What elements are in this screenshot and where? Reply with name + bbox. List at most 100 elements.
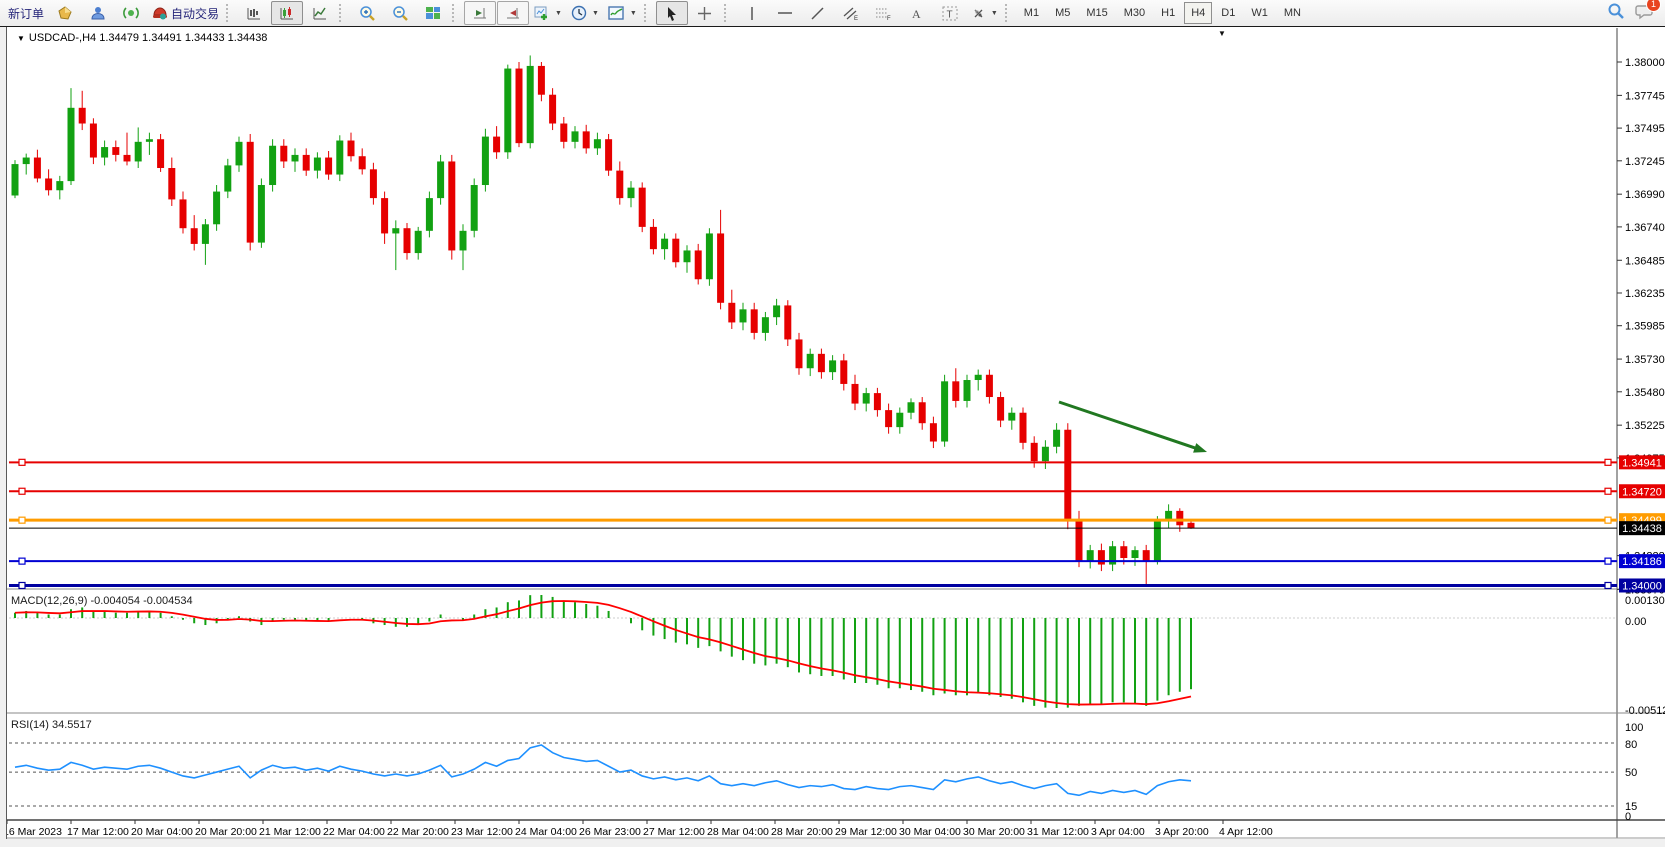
- signal-icon[interactable]: [115, 1, 147, 25]
- line-drag-handle[interactable]: [1605, 517, 1611, 523]
- candle-body: [236, 142, 243, 166]
- autotrading-button[interactable]: 自动交易: [148, 1, 223, 25]
- candle-body: [941, 381, 948, 441]
- candle-body: [292, 155, 299, 162]
- macd-axis-label: 0.00: [1625, 616, 1646, 628]
- chart-title: ▼USDCAD-,H4 1.34479 1.34491 1.34433 1.34…: [17, 32, 267, 44]
- time-tick-label: 29 Mar 12:00: [835, 826, 897, 838]
- candle-body: [303, 155, 310, 171]
- timeframe-button-mn[interactable]: MN: [1277, 2, 1308, 24]
- toolbar-grip: [644, 4, 651, 22]
- timeframe-button-d1[interactable]: D1: [1214, 2, 1242, 24]
- price-tick-label: 1.36235: [1625, 288, 1665, 300]
- candle-body: [684, 250, 691, 262]
- candle-body: [1132, 550, 1139, 558]
- crosshair-button[interactable]: [689, 1, 721, 25]
- candlestick-chart-button[interactable]: [271, 1, 303, 25]
- line-drag-handle[interactable]: [19, 488, 25, 494]
- rsi-axis-label: 0: [1625, 811, 1631, 823]
- line-drag-handle[interactable]: [19, 582, 25, 588]
- time-tick-label: 27 Mar 12:00: [643, 826, 705, 838]
- timeframe-button-m15[interactable]: M15: [1079, 2, 1114, 24]
- time-tick-label: 22 Mar 20:00: [387, 826, 449, 838]
- trendline-tool[interactable]: [802, 1, 834, 25]
- timeframe-button-w1[interactable]: W1: [1244, 2, 1275, 24]
- line-drag-handle[interactable]: [1605, 459, 1611, 465]
- new-chart-button[interactable]: ▼: [530, 1, 566, 25]
- text-tool[interactable]: A: [901, 1, 933, 25]
- timeframe-button-h1[interactable]: H1: [1154, 2, 1182, 24]
- window-caret-icon[interactable]: ▼: [1218, 29, 1226, 38]
- candle-body: [101, 147, 108, 157]
- tile-windows-button[interactable]: [417, 1, 449, 25]
- candle-body: [997, 397, 1004, 421]
- candle-body: [628, 188, 635, 198]
- time-tick-label: 26 Mar 23:00: [579, 826, 641, 838]
- timeframe-bar: M1M5M15M30H1H4D1W1MN: [1017, 2, 1308, 24]
- candle-body: [1064, 430, 1071, 522]
- rsi-line: [15, 745, 1191, 795]
- fibonacci-tool[interactable]: F: [868, 1, 900, 25]
- candle-body: [68, 108, 75, 181]
- line-drag-handle[interactable]: [19, 459, 25, 465]
- candle-body: [717, 233, 724, 302]
- trend-arrow-head[interactable]: [1193, 443, 1207, 452]
- horizontal-line-tool[interactable]: [769, 1, 801, 25]
- candle-body: [247, 142, 254, 243]
- candle-body: [336, 141, 343, 175]
- trend-arrow[interactable]: [1059, 402, 1198, 449]
- line-drag-handle[interactable]: [1605, 558, 1611, 564]
- candle-body: [695, 250, 702, 279]
- gold-icon[interactable]: [49, 1, 81, 25]
- candle-body: [213, 192, 220, 225]
- price-line-label: 1.34186: [1622, 556, 1662, 568]
- candle-body: [818, 354, 825, 372]
- notifications-icon[interactable]: 1: [1635, 2, 1655, 25]
- chart-canvas[interactable]: 1.380001.377451.374951.372451.369901.367…: [7, 27, 1665, 839]
- candle-body: [280, 146, 287, 162]
- text-label-tool[interactable]: T: [934, 1, 966, 25]
- candle-body: [1008, 413, 1015, 421]
- equidistant-channel-tool[interactable]: E: [835, 1, 867, 25]
- zoom-in-button[interactable]: [351, 1, 383, 25]
- search-icon[interactable]: [1607, 2, 1625, 25]
- candle-body: [348, 141, 355, 157]
- time-tick-label: 30 Mar 20:00: [963, 826, 1025, 838]
- zoom-out-button[interactable]: [384, 1, 416, 25]
- cursor-button[interactable]: [656, 1, 688, 25]
- auto-scroll-button[interactable]: [464, 1, 496, 25]
- time-tick-label: 16 Mar 2023: [7, 826, 62, 838]
- time-tick-label: 22 Mar 04:00: [323, 826, 385, 838]
- chart-shift-button[interactable]: [497, 1, 529, 25]
- price-tick-label: 1.35985: [1625, 321, 1665, 333]
- candle-body: [437, 161, 444, 198]
- timeframe-button-h4[interactable]: H4: [1184, 2, 1212, 24]
- periods-button[interactable]: ▼: [567, 1, 603, 25]
- candle-body: [728, 303, 735, 323]
- candle-body: [908, 402, 915, 412]
- community-icon[interactable]: [82, 1, 114, 25]
- vertical-line-tool[interactable]: [736, 1, 768, 25]
- line-chart-button[interactable]: [304, 1, 336, 25]
- candle-body: [964, 380, 971, 401]
- chart-window[interactable]: 1.380001.377451.374951.372451.369901.367…: [6, 27, 1665, 839]
- candle-body: [650, 227, 657, 249]
- rsi-indicator-label: RSI(14) 34.5517: [11, 719, 92, 731]
- arrows-tool[interactable]: ▼: [967, 1, 1002, 25]
- timeframe-button-m30[interactable]: M30: [1117, 2, 1152, 24]
- line-drag-handle[interactable]: [19, 517, 25, 523]
- macd-axis-label: 0.001307: [1625, 595, 1665, 607]
- line-drag-handle[interactable]: [19, 558, 25, 564]
- candle-body: [583, 131, 590, 148]
- line-drag-handle[interactable]: [1605, 488, 1611, 494]
- timeframe-button-m1[interactable]: M1: [1017, 2, 1046, 24]
- new-order-button[interactable]: 新订单: [4, 1, 48, 25]
- price-line-label: 1.34438: [1622, 523, 1662, 535]
- indicators-button[interactable]: ▼: [604, 1, 641, 25]
- bar-chart-button[interactable]: [238, 1, 270, 25]
- symbol-dropdown-icon[interactable]: ▼: [17, 34, 25, 43]
- timeframe-button-m5[interactable]: M5: [1048, 2, 1077, 24]
- price-tick-label: 1.38000: [1625, 57, 1665, 69]
- svg-text:E: E: [854, 16, 858, 21]
- line-drag-handle[interactable]: [1605, 582, 1611, 588]
